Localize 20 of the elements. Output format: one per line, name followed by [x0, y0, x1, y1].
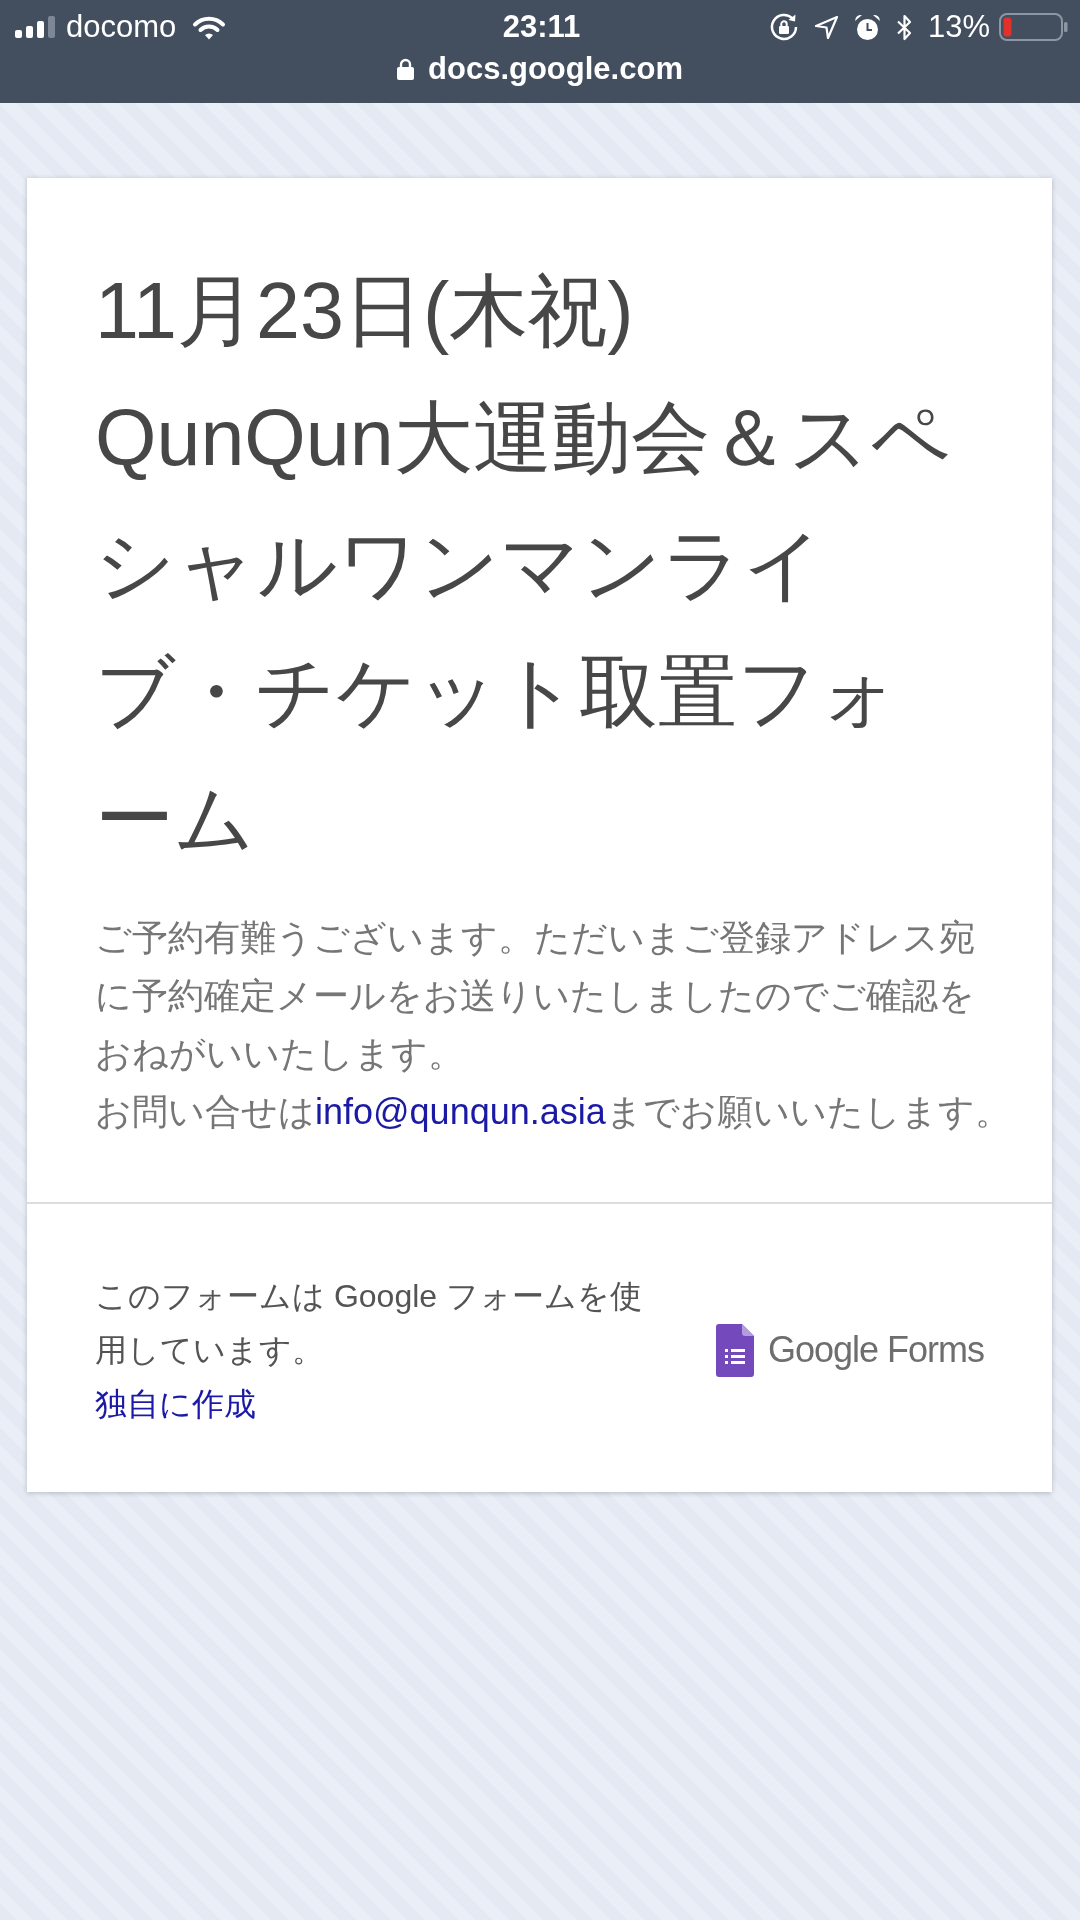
form-description: ご予約有難うございます。ただいまご登録アドレス宛に予約確定メールをお送りいたしましたのでご確認をおねがいいたします。	[95, 916, 975, 1076]
create-form-link[interactable]: 独自に作成	[95, 1377, 256, 1431]
carrier-name: docomo	[66, 9, 177, 45]
battery-icon	[999, 13, 1068, 41]
location-arrow-icon	[813, 14, 839, 40]
clock-time: 23:11	[502, 9, 581, 45]
form-title: 11月23日(木祝) QunQun大運動会＆スペシャルワンマンライブ・チケット取置フォーム	[95, 265, 952, 865]
wifi-icon	[192, 14, 227, 40]
document-icon	[715, 1323, 754, 1377]
contact-note: お問い合せはinfo@qunqun.asiaまでお願いいたします。	[95, 1090, 1012, 1134]
signal-icon	[15, 16, 56, 38]
battery-percentage: 13%	[927, 9, 990, 45]
footer-note: このフォームは Google フォームを使用しています。	[95, 1277, 643, 1370]
page-url[interactable]: docs.google.com	[428, 51, 683, 87]
rotation-lock-icon	[768, 12, 799, 42]
email-link[interactable]: info@qunqun.asia	[315, 1091, 606, 1132]
logo-wordmark: Google Forms	[767, 1329, 984, 1371]
lock-icon	[397, 58, 415, 80]
alarm-clock-icon	[853, 13, 881, 41]
bluetooth-icon	[895, 13, 913, 41]
